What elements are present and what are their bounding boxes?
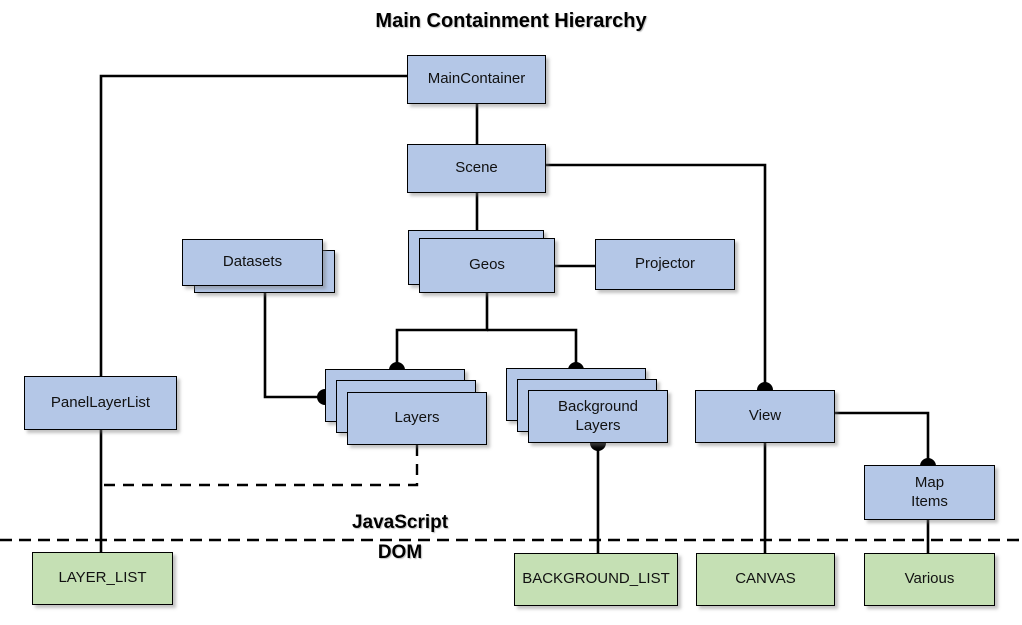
node-view[interactable]: View bbox=[695, 390, 835, 443]
diagram-canvas: Main Containment Hierarchy MainContainer… bbox=[0, 0, 1022, 625]
band-label-dom: DOM bbox=[377, 542, 423, 563]
node-label: CANVAS bbox=[735, 570, 796, 588]
node-label: View bbox=[748, 407, 782, 425]
node-layers[interactable]: Layers bbox=[347, 392, 487, 445]
node-label: MainContainer bbox=[427, 70, 526, 88]
node-main-container[interactable]: MainContainer bbox=[407, 55, 546, 104]
edge-datasets-layers bbox=[263, 293, 325, 399]
node-label: Map Items bbox=[911, 474, 948, 510]
node-label: Background Layers bbox=[557, 398, 639, 434]
node-geos[interactable]: Geos bbox=[419, 238, 555, 293]
edge-geos-bus-right bbox=[487, 328, 578, 370]
node-label: Datasets bbox=[222, 253, 283, 271]
node-label: LAYER_LIST bbox=[58, 569, 147, 587]
node-datasets[interactable]: Datasets bbox=[182, 239, 323, 286]
node-label: Various bbox=[904, 570, 955, 588]
node-map-items[interactable]: Map Items bbox=[864, 465, 995, 520]
node-projector[interactable]: Projector bbox=[595, 239, 735, 290]
band-label-javascript: JavaScript bbox=[351, 512, 449, 533]
page-title: Main Containment Hierarchy bbox=[375, 10, 647, 32]
edge-geos-bus bbox=[395, 293, 489, 370]
edge-layers-panellayerlist-dashed bbox=[101, 445, 419, 487]
node-label: Projector bbox=[634, 255, 696, 273]
node-layer-list[interactable]: LAYER_LIST bbox=[32, 552, 173, 605]
node-label: Layers bbox=[394, 409, 440, 427]
node-panel-layer-list[interactable]: PanelLayerList bbox=[24, 376, 177, 430]
node-label: BACKGROUND_LIST bbox=[522, 570, 670, 588]
node-background-list[interactable]: BACKGROUND_LIST bbox=[514, 553, 678, 606]
node-scene[interactable]: Scene bbox=[407, 144, 546, 193]
node-various[interactable]: Various bbox=[864, 553, 995, 606]
node-background-layers[interactable]: Background Layers bbox=[528, 390, 668, 443]
node-canvas[interactable]: CANVAS bbox=[696, 553, 835, 606]
node-label: Geos bbox=[469, 256, 505, 274]
edge-maincontainer-panellayerlist bbox=[99, 74, 407, 376]
node-label: Scene bbox=[455, 159, 498, 177]
node-label: PanelLayerList bbox=[50, 393, 151, 411]
edge-view-mapitems bbox=[835, 411, 930, 466]
